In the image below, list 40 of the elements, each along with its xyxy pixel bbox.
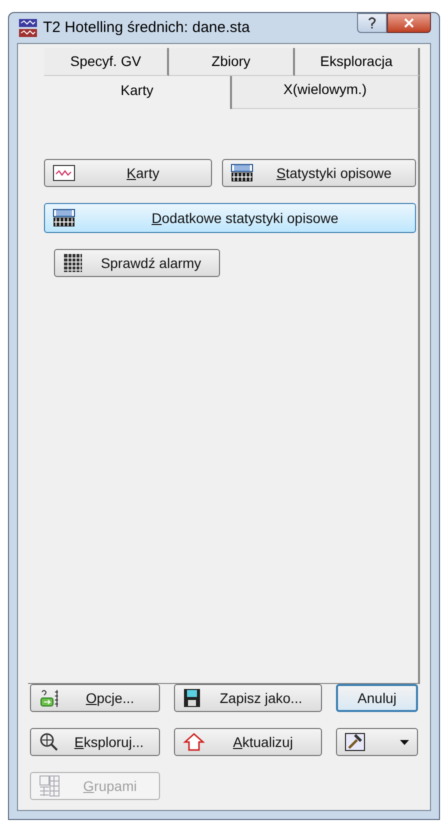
app-icon [19,19,37,37]
dialog-button[interactable]: Eksploruj... [30,728,160,756]
dialog-button[interactable]: Zapisz jako... [174,684,322,712]
help-button[interactable] [357,13,387,33]
button-label: Opcje... [86,688,134,708]
button-label: Aktualizuj [233,732,293,752]
panel-button[interactable]: Sprawdź alarmy [54,249,220,277]
tool-dropdown[interactable] [336,728,418,756]
tab[interactable]: Zbiory [169,48,295,76]
tab[interactable]: X(wielowym.) [232,76,420,109]
magnifier-icon [39,732,59,752]
hammer-icon [345,733,365,751]
grouped-table-icon [39,775,61,797]
line-chart-icon [53,165,75,181]
button-label: Anuluj [358,688,396,708]
grid-icon [63,253,83,273]
window-title: T2 Hotelling średnich: dane.sta [43,18,251,38]
tab[interactable]: Specyf. GV [44,48,170,76]
dialog-button[interactable]: Opcje... [30,684,160,712]
table-icon [231,164,253,182]
dialog-button[interactable]: Anuluj [336,684,418,712]
caret-icon [400,740,409,744]
button-label: Eksploruj... [74,732,144,752]
close-icon [404,18,414,28]
panel-button[interactable]: Karty [44,159,212,187]
tab[interactable]: Eksploracja [294,48,420,76]
options-icon [39,687,61,709]
button-label: Karty [126,164,160,183]
house-outline-icon [183,732,205,752]
panel-button[interactable]: Statystyki opisowe [222,159,416,187]
panel-button[interactable]: Dodatkowe statystyki opisowe [44,203,416,233]
dialog-button[interactable]: Aktualizuj [174,728,322,756]
table-icon [53,209,75,227]
close-button[interactable] [387,13,431,33]
button-label: Grupami [83,776,137,796]
question-mark-icon [368,17,376,29]
button-label: Zapisz jako... [220,688,302,708]
button-label: Dodatkowe statystyki opisowe [152,208,338,228]
button-label: Statystyki opisowe [276,164,392,183]
button-label: Sprawdź alarmy [100,254,202,273]
